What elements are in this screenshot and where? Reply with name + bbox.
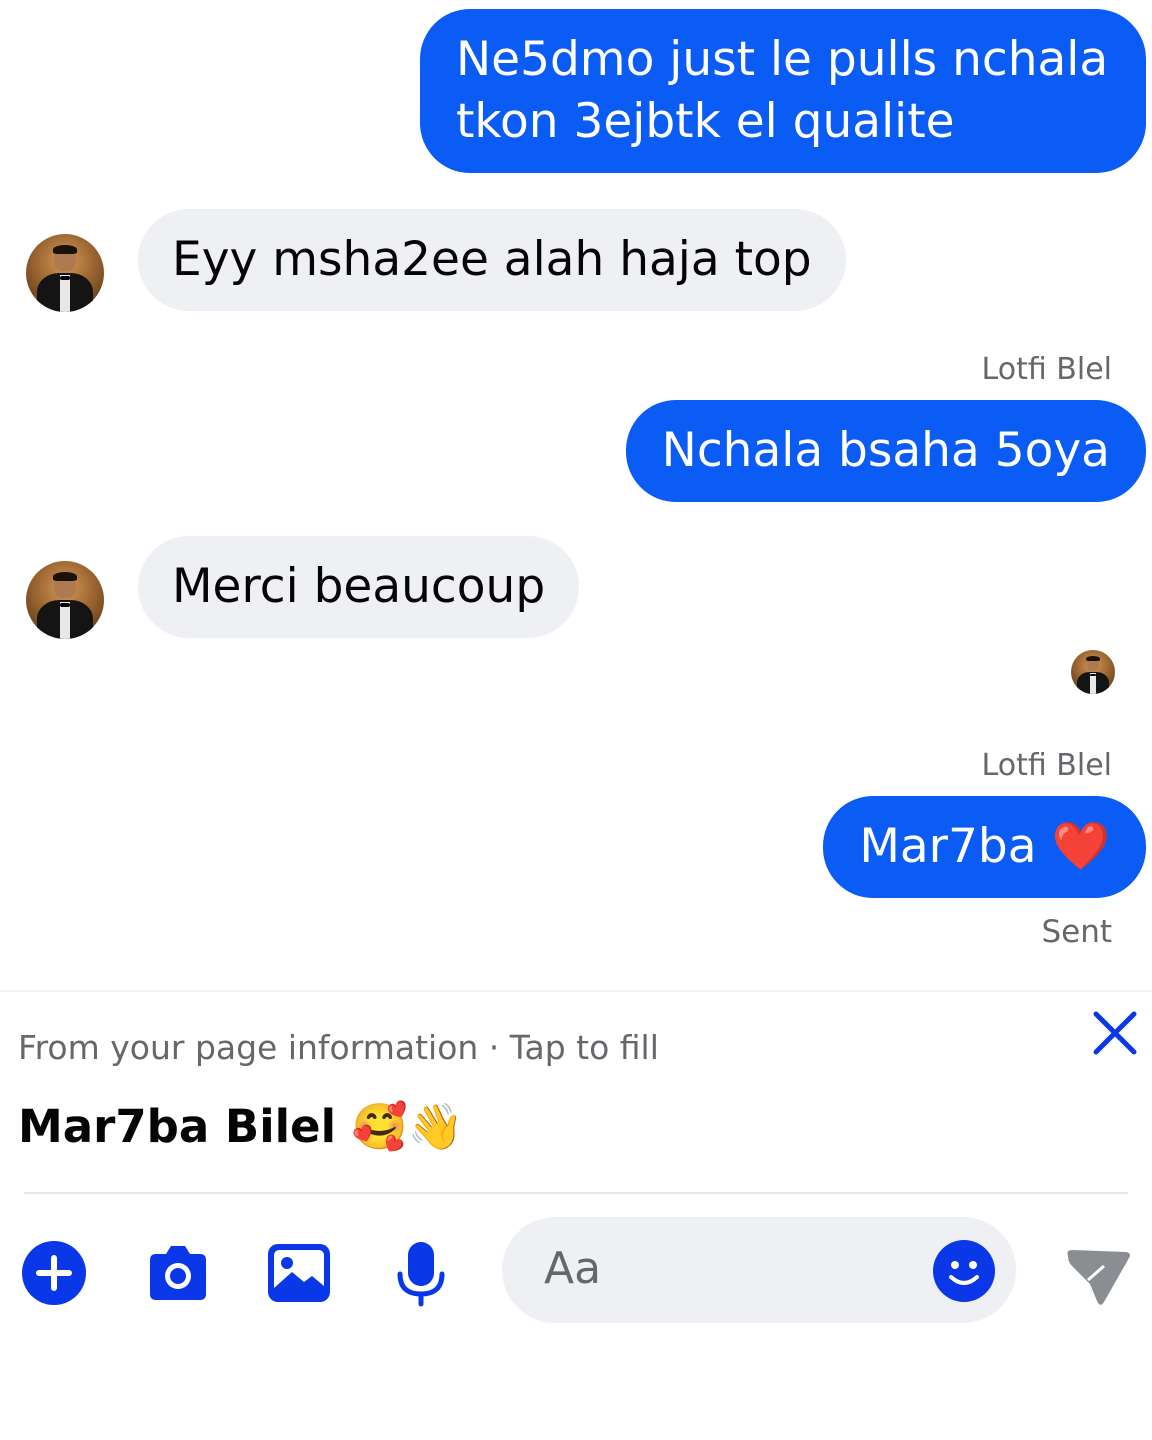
message-outgoing[interactable]: Nchala bsaha 5oya <box>625 400 1146 502</box>
message-incoming[interactable]: Merci beaucoup <box>138 536 580 638</box>
message-text: Eyy msha2ee alah haja top <box>172 232 812 287</box>
message-text: Nchala bsaha 5oya <box>661 423 1110 478</box>
send-icon[interactable] <box>1064 1246 1132 1306</box>
image-icon[interactable] <box>264 1238 334 1308</box>
message-text: Mar7ba ❤️ <box>859 819 1110 874</box>
message-outgoing[interactable]: Mar7ba ❤️ <box>823 796 1146 898</box>
read-receipt-avatar <box>1071 650 1115 694</box>
sender-name: Lotfi Blel <box>981 748 1112 783</box>
message-input-placeholder: Aa <box>544 1243 602 1294</box>
divider <box>24 1192 1128 1194</box>
message-text: Merci beaucoup <box>172 559 546 614</box>
divider <box>0 990 1152 992</box>
message-input[interactable]: Aa <box>502 1217 1016 1323</box>
plus-icon[interactable] <box>20 1238 90 1308</box>
message-text: Ne5dmo just le pulls nchala tkon 3ejbtk … <box>456 32 1109 149</box>
smiley-icon[interactable] <box>932 1239 996 1303</box>
contact-avatar[interactable] <box>26 561 104 639</box>
suggestion-hint: From your page information · Tap to fill <box>18 1028 659 1067</box>
camera-icon[interactable] <box>142 1238 212 1308</box>
microphone-icon[interactable] <box>386 1238 456 1308</box>
sender-name: Lotfi Blel <box>981 352 1112 387</box>
message-outgoing[interactable]: Ne5dmo just le pulls nchala tkon 3ejbtk … <box>420 9 1146 173</box>
contact-avatar[interactable] <box>26 234 104 312</box>
message-status: Sent <box>1041 914 1112 950</box>
close-icon[interactable] <box>1090 1008 1140 1058</box>
message-incoming[interactable]: Eyy msha2ee alah haja top <box>138 209 846 311</box>
suggested-reply[interactable]: Mar7ba Bilel 🥰👋 <box>18 1100 464 1153</box>
